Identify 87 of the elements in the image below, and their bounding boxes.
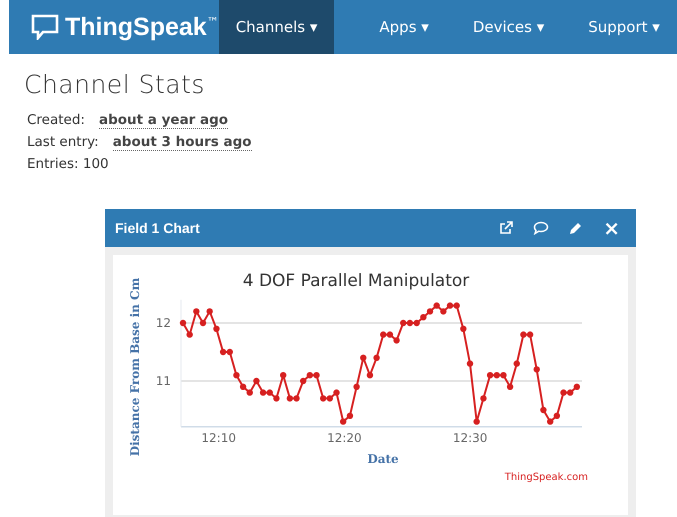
point <box>574 384 580 390</box>
point <box>180 320 186 326</box>
nav-menu[interactable]: Devices ▾ <box>456 0 562 54</box>
external-link-icon[interactable] <box>499 221 514 235</box>
point <box>420 314 427 320</box>
credit-link[interactable]: ThingSpeak.com <box>504 472 588 483</box>
panel-title: Field 1 Chart <box>115 220 201 236</box>
point <box>220 348 226 356</box>
point <box>433 302 440 309</box>
point <box>514 360 520 367</box>
point <box>506 384 514 390</box>
point <box>326 395 334 402</box>
nav-menu[interactable]: Apps ▾ <box>362 0 446 54</box>
point <box>273 395 280 402</box>
point <box>500 372 507 378</box>
point <box>280 372 286 378</box>
point <box>540 406 547 414</box>
point <box>300 378 306 384</box>
logo-text[interactable]: ThingSpeak <box>65 12 207 42</box>
point <box>246 389 253 396</box>
y-tick-label: 12 <box>156 316 171 330</box>
point <box>554 412 560 419</box>
point <box>526 331 534 338</box>
point <box>306 372 314 378</box>
point <box>386 331 394 338</box>
chart-title: 4 DOF Parallel Manipulator <box>242 271 470 291</box>
point <box>233 372 240 378</box>
stat-label: Entries: 100 <box>27 156 109 172</box>
close-button[interactable]: × <box>603 218 620 238</box>
point <box>313 372 320 378</box>
point <box>440 308 447 315</box>
point <box>286 395 294 402</box>
point <box>333 389 340 396</box>
point <box>293 395 300 402</box>
pencil-icon[interactable] <box>569 221 584 235</box>
x-tick-label: 12:30 <box>452 430 488 445</box>
point <box>460 326 467 332</box>
point <box>473 418 480 425</box>
stat-label: Last entry: <box>27 134 99 150</box>
x-axis-label: Date <box>367 452 399 466</box>
point <box>346 412 354 419</box>
y-tick-label: 11 <box>156 374 171 388</box>
point <box>406 320 414 326</box>
point <box>566 389 574 396</box>
point <box>253 378 260 384</box>
point <box>193 308 200 315</box>
point <box>226 348 233 356</box>
point <box>546 418 554 425</box>
point <box>200 320 206 326</box>
point <box>213 326 220 332</box>
comment-icon[interactable] <box>533 221 550 235</box>
x-tick-label: 12:20 <box>327 430 362 445</box>
point <box>453 302 460 309</box>
point <box>380 331 386 338</box>
point <box>340 418 346 425</box>
point <box>186 331 193 338</box>
point <box>466 360 474 367</box>
point <box>360 354 366 361</box>
point <box>480 395 487 402</box>
point <box>446 302 454 309</box>
page-heading: Channel Stats <box>24 70 206 99</box>
point <box>494 372 500 378</box>
y-axis-label: Distance From Base in Cm <box>128 278 142 456</box>
point <box>260 389 266 396</box>
stat-value: about a year ago <box>98 112 228 129</box>
point <box>320 395 326 402</box>
stat-label: Created: <box>27 112 85 128</box>
nav-menu[interactable]: Support ▾ <box>571 0 677 54</box>
point <box>353 384 360 390</box>
point <box>393 337 400 344</box>
point <box>366 372 374 378</box>
point <box>534 366 540 373</box>
point <box>560 389 567 396</box>
point <box>426 308 434 315</box>
point <box>520 331 527 338</box>
nav-menu[interactable]: Channels ▾ <box>218 0 334 54</box>
trademark: ™ <box>206 15 219 29</box>
point <box>486 372 494 378</box>
stat-value: about 3 hours ago <box>112 134 252 151</box>
point <box>266 389 273 396</box>
point <box>240 384 246 390</box>
point <box>206 308 213 315</box>
point <box>373 354 380 361</box>
point <box>413 320 420 326</box>
speech-bubble-icon <box>31 14 59 40</box>
x-tick-label: 12:10 <box>201 430 236 445</box>
point <box>400 320 406 326</box>
